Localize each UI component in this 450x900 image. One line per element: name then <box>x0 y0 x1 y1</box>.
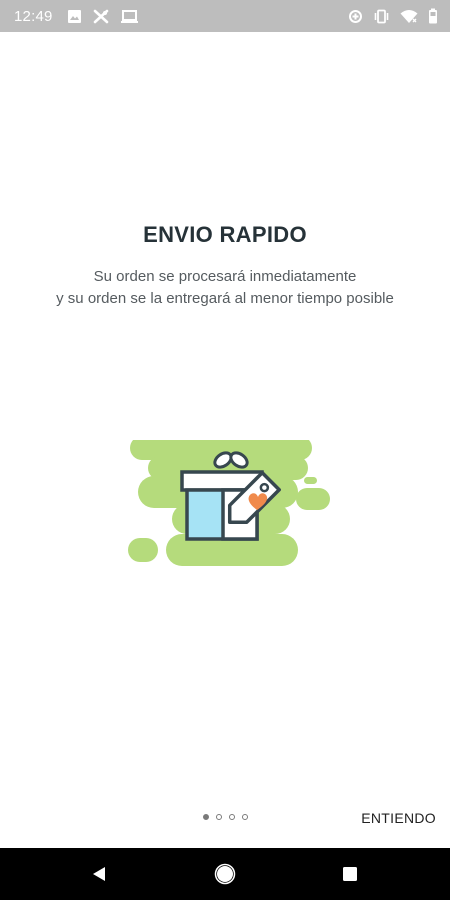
x-app-icon <box>93 9 109 24</box>
status-notification-icons <box>67 9 139 24</box>
data-saver-icon <box>348 9 363 24</box>
page-dot[interactable] <box>242 814 248 820</box>
subtitle-line-2: y su orden se la entregará al menor tiem… <box>56 290 394 307</box>
entiendo-button[interactable]: ENTIENDO <box>359 806 438 830</box>
page-dot[interactable] <box>229 814 235 820</box>
recents-button[interactable] <box>320 848 380 900</box>
back-icon <box>93 867 105 881</box>
navigation-bar <box>0 848 450 900</box>
onboarding-subtitle: Su orden se procesará inmediatamente y s… <box>0 266 450 310</box>
status-bar: 12:49 <box>0 0 450 32</box>
home-icon <box>214 863 236 885</box>
image-icon <box>67 9 82 24</box>
page-dot[interactable] <box>203 814 209 820</box>
subtitle-line-1: Su orden se procesará inmediatamente <box>93 268 357 285</box>
vibrate-icon <box>373 9 390 24</box>
gift-illustration <box>120 436 330 580</box>
status-system-icons <box>348 8 438 24</box>
status-time: 12:49 <box>14 7 53 25</box>
battery-icon <box>428 8 438 24</box>
onboarding-title: ENVIO RAPIDO <box>143 222 307 247</box>
back-button[interactable] <box>69 848 129 900</box>
laptop-icon <box>120 9 139 24</box>
home-button[interactable] <box>195 848 255 900</box>
page-dot[interactable] <box>216 814 222 820</box>
page-indicator <box>203 814 248 820</box>
wifi-icon <box>400 9 418 24</box>
recents-icon <box>343 867 357 881</box>
